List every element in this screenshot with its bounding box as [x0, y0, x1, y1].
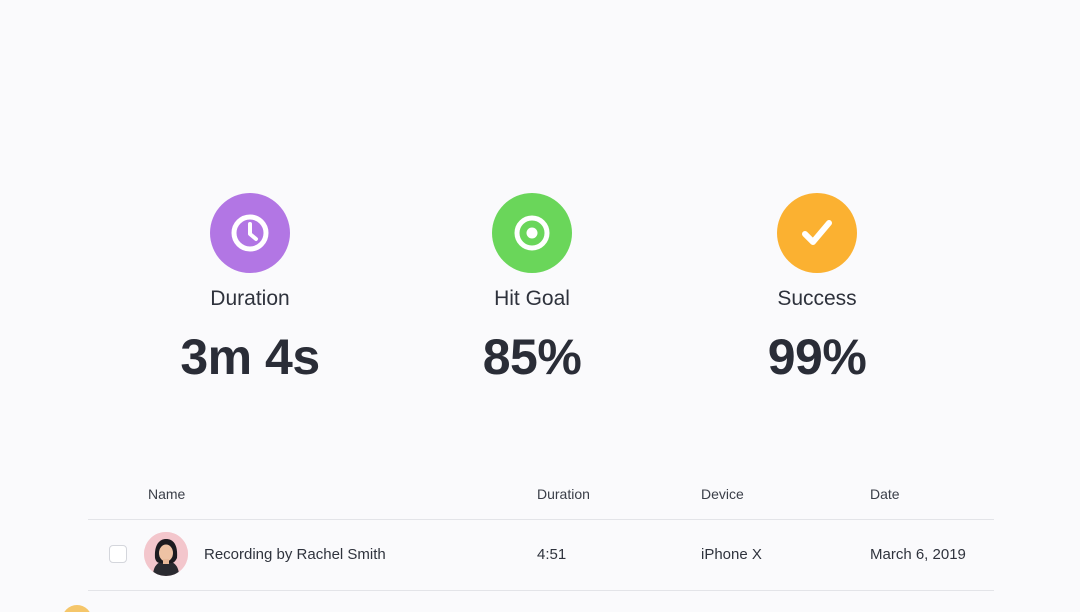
recordings-table: Name Duration Device Date Recording by R…: [88, 470, 994, 591]
stat-label: Duration: [210, 287, 290, 310]
clock-icon: [231, 214, 269, 252]
stat-value: 85%: [482, 329, 582, 385]
stat-value: 99%: [767, 329, 867, 385]
table-row[interactable]: Recording by Rachel Smith 4:51 iPhone X …: [88, 520, 994, 591]
table-header: Name Duration Device Date: [88, 470, 994, 520]
target-icon: [514, 215, 550, 251]
column-header-device[interactable]: Device: [701, 486, 744, 502]
column-header-date[interactable]: Date: [870, 486, 900, 502]
recording-device: iPhone X: [701, 546, 762, 563]
stat-value: 3m 4s: [180, 329, 320, 385]
recording-duration: 4:51: [537, 546, 567, 563]
hit-goal-badge: [492, 193, 572, 273]
stat-hit-goal: Hit Goal 85%: [382, 193, 682, 385]
duration-badge: [210, 193, 290, 273]
next-row-avatar: [62, 605, 92, 612]
checkmark-icon: [802, 220, 832, 245]
stat-label: Success: [777, 287, 857, 310]
row-checkbox[interactable]: [109, 545, 127, 563]
user-avatar-icon: [144, 532, 188, 576]
stat-label: Hit Goal: [494, 287, 570, 310]
stat-success: Success 99%: [667, 193, 967, 385]
column-header-duration[interactable]: Duration: [537, 486, 590, 502]
recording-name[interactable]: Recording by Rachel Smith: [204, 546, 386, 563]
success-badge: [777, 193, 857, 273]
recordings-page: Duration 3m 4s Hit Goal 85% Success 99% …: [0, 0, 1080, 612]
stat-duration: Duration 3m 4s: [100, 193, 400, 385]
avatar: [144, 532, 188, 576]
recording-date: March 6, 2019: [870, 546, 966, 563]
column-header-name[interactable]: Name: [148, 486, 185, 502]
